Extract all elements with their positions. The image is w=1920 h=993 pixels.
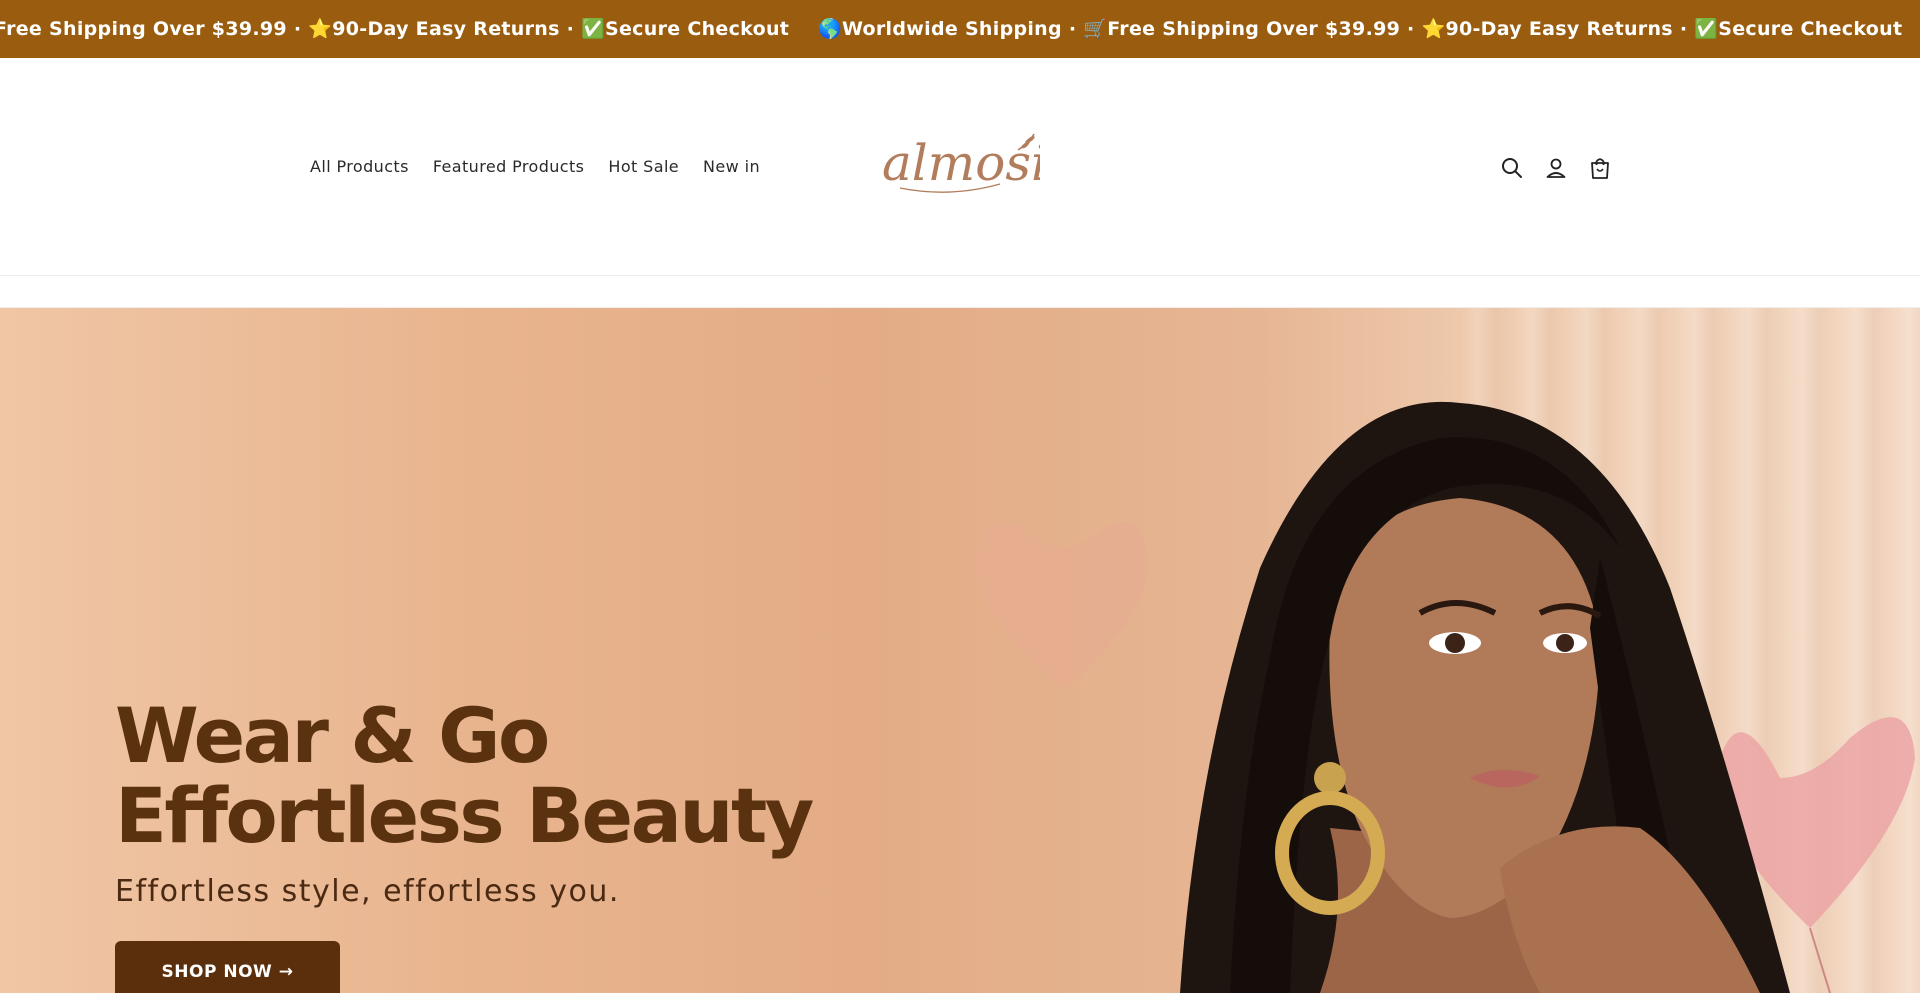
logo-mark: almosip — [882, 133, 1079, 193]
nav-featured-products[interactable]: Featured Products — [433, 157, 585, 176]
hero-title-line-2: Effortless Beauty — [115, 771, 814, 860]
nav-hot-sale[interactable]: Hot Sale — [608, 157, 679, 176]
header-divider — [0, 276, 1920, 308]
hero-subtitle: Effortless style, effortless you. — [115, 874, 620, 909]
site-header: All Products Featured Products Hot Sale … — [0, 58, 1920, 276]
nav-all-products[interactable]: All Products — [310, 157, 409, 176]
main-nav: All Products Featured Products Hot Sale … — [310, 157, 760, 176]
header-icons — [1500, 156, 1612, 180]
announcement-bar: Free Shipping Over $39.99 · ⭐90-Day Easy… — [0, 0, 1920, 58]
announcement-text: Free Shipping Over $39.99 · ⭐90-Day Easy… — [0, 18, 790, 40]
hero-banner: Wear & Go Effortless Beauty Effortless s… — [0, 308, 1920, 993]
nav-new-in[interactable]: New in — [703, 157, 760, 176]
logo[interactable]: almosip — [880, 132, 1079, 204]
hero-title-line-1: Wear & Go — [115, 691, 550, 780]
hero-title: Wear & Go Effortless Beauty — [115, 691, 814, 860]
announcement-text: 🌎Worldwide Shipping · 🛒Free Shipping Ove… — [818, 18, 1903, 40]
logo-text: almosip — [882, 134, 1040, 192]
shop-now-button[interactable]: SHOP NOW → — [115, 941, 340, 993]
search-icon[interactable] — [1500, 156, 1524, 180]
shop-now-label: SHOP NOW → — [161, 962, 294, 982]
cart-icon[interactable] — [1588, 156, 1612, 180]
account-icon[interactable] — [1544, 156, 1568, 180]
